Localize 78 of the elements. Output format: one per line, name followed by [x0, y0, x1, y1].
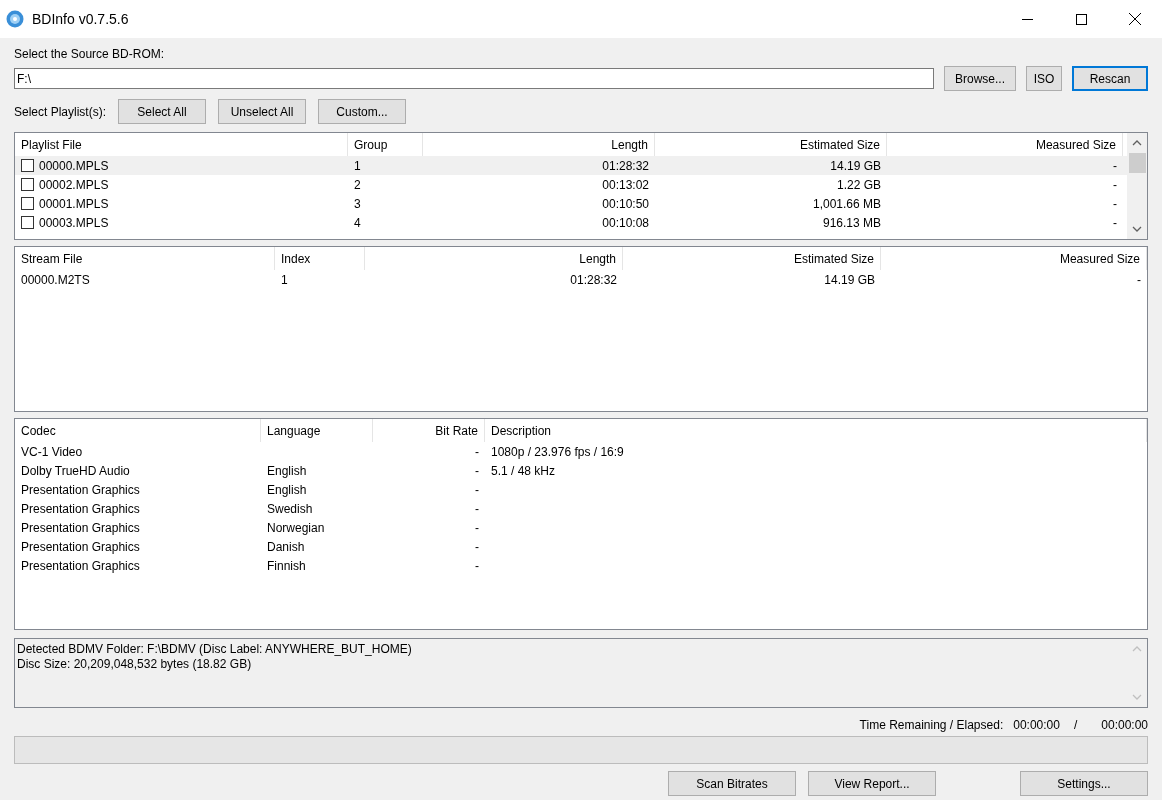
table-cell: 1,001.66 MB — [812, 196, 881, 211]
source-button[interactable]: ISO — [1026, 66, 1062, 91]
table-cell: - — [475, 463, 479, 478]
table-cell: 00002.MPLS — [39, 177, 109, 192]
table-cell: English — [267, 463, 307, 478]
table-cell: - — [1113, 158, 1117, 173]
table-cell: Presentation Graphics — [21, 482, 140, 497]
time-remaining: 00:00:00 — [1013, 717, 1060, 733]
table-cell: Presentation Graphics — [21, 520, 140, 535]
table-cell: Danish — [267, 539, 305, 554]
checkbox[interactable] — [21, 178, 34, 191]
table-cell: Finnish — [267, 558, 306, 573]
table-cell: - — [475, 482, 479, 497]
table-cell: - — [475, 501, 479, 516]
time-label: Time Remaining / Elapsed: — [859, 717, 1004, 733]
table-cell: Swedish — [267, 501, 313, 516]
source-label: Select the Source BD-ROM: — [14, 46, 166, 62]
table-cell: Presentation Graphics — [21, 558, 140, 573]
table-cell: 14.19 GB — [830, 158, 881, 173]
window-title: BDInfo v0.7.5.6 — [32, 11, 130, 27]
table-cell: 00000.MPLS — [39, 158, 109, 173]
table-cell: 916.13 MB — [822, 215, 881, 230]
maximize-icon[interactable] — [1075, 13, 1087, 25]
action-button[interactable]: Settings... — [1020, 771, 1148, 796]
action-button[interactable]: Scan Bitrates — [668, 771, 796, 796]
checkbox[interactable] — [21, 216, 34, 229]
table-cell: - — [1113, 196, 1117, 211]
scrollbar[interactable] — [1127, 133, 1147, 239]
table-cell: 01:28:32 — [570, 272, 617, 287]
table-cell: Presentation Graphics — [21, 539, 140, 554]
time-elapsed: 00:00:00 — [1101, 717, 1148, 733]
playlist-select-button[interactable]: Select All — [118, 99, 207, 124]
table-cell: Dolby TrueHD Audio — [21, 463, 130, 478]
table-cell: 1 — [281, 272, 288, 287]
table-cell: 1 — [354, 158, 361, 173]
scroll-thumb[interactable] — [1128, 153, 1146, 173]
scroll-up-icon[interactable] — [1132, 140, 1142, 146]
source-button[interactable]: Browse... — [944, 66, 1016, 91]
table-cell: 00001.MPLS — [39, 196, 109, 211]
table-cell: 1080p / 23.976 fps / 16:9 — [491, 444, 624, 459]
table-cell: - — [475, 558, 479, 573]
table-cell: - — [1113, 177, 1117, 192]
table-cell: 3 — [354, 196, 361, 211]
action-button[interactable]: View Report... — [808, 771, 936, 796]
info-text: Detected BDMV Folder: F:\BDMV (Disc Label: ANYWHERE_BUT_HOME) — [17, 642, 413, 657]
table-cell: Presentation Graphics — [21, 501, 140, 516]
playlist-select-button[interactable]: Custom... — [318, 99, 407, 124]
table-cell: - — [1113, 215, 1117, 230]
table-cell: 5.1 / 48 kHz — [491, 463, 556, 478]
table-cell: 00:10:08 — [602, 215, 649, 230]
source-path-field[interactable]: F:\ — [14, 68, 934, 89]
scroll-down-icon[interactable] — [1132, 226, 1142, 232]
table-cell: 00003.MPLS — [39, 215, 109, 230]
table-cell: VC-1 Video — [21, 444, 83, 459]
playlist-select-button[interactable]: Unselect All — [218, 99, 307, 124]
table-cell: 00000.M2TS — [21, 272, 90, 287]
info-text: Disc Size: 20,209,048,532 bytes (18.82 GB) — [17, 657, 253, 672]
table-cell: 00:13:02 — [602, 177, 649, 192]
table-cell: 2 — [354, 177, 361, 192]
table-cell: - — [1137, 272, 1141, 287]
table-cell: - — [475, 520, 479, 535]
table-cell: 1.22 GB — [836, 177, 881, 192]
source-button[interactable]: Rescan — [1072, 66, 1148, 91]
table-cell: Norwegian — [267, 520, 325, 535]
playlist-select-label: Select Playlist(s): — [14, 103, 107, 120]
close-icon[interactable] — [1129, 13, 1141, 25]
disc-icon — [6, 10, 24, 28]
table-cell: English — [267, 482, 307, 497]
table-cell: 01:28:32 — [602, 158, 649, 173]
time-separator: / — [1073, 717, 1078, 733]
table-cell: 00:10:50 — [602, 196, 649, 211]
checkbox[interactable] — [21, 197, 34, 210]
table-cell: - — [475, 444, 479, 459]
table-cell: - — [475, 539, 479, 554]
table-cell: 14.19 GB — [824, 272, 875, 287]
table-row[interactable]: 00000.MPLS 1 01:28:32 14.19 GB - — [15, 156, 1127, 175]
table-cell: 4 — [354, 215, 361, 230]
checkbox[interactable] — [21, 159, 34, 172]
